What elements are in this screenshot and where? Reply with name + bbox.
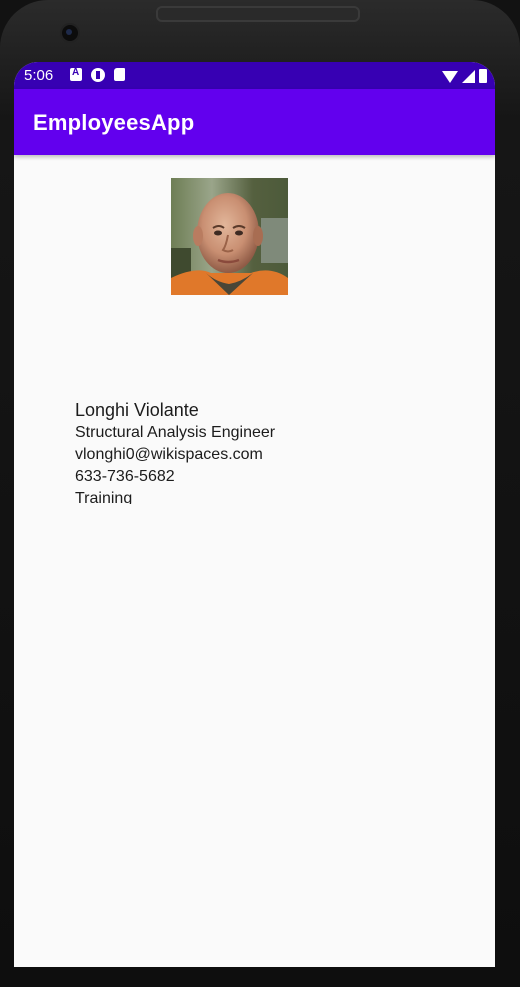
employee-info: Longhi Violante Structural Analysis Engi… — [75, 398, 275, 504]
employee-photo — [171, 178, 288, 295]
status-bar: 5:06 — [14, 62, 495, 89]
notification-icons — [70, 67, 125, 82]
app-bar: EmployeesApp — [14, 89, 495, 155]
screen: 5:06 EmployeesApp — [14, 62, 495, 967]
employee-name: Longhi Violante — [75, 400, 199, 420]
employee-email: vlonghi0@wikispaces.com — [75, 446, 263, 463]
p-app-icon — [91, 68, 105, 82]
system-icons — [442, 69, 487, 83]
employee-job-title: Structural Analysis Engineer — [75, 424, 276, 441]
employee-department: Training — [75, 490, 133, 504]
speaker-grille — [156, 6, 360, 22]
text-a-icon — [70, 67, 82, 81]
bottom-bezel — [0, 967, 520, 987]
signal-icon — [462, 70, 475, 83]
front-camera — [60, 23, 80, 43]
sd-card-icon — [114, 68, 125, 81]
employee-photo-image — [171, 178, 288, 295]
device: 5:06 EmployeesApp — [0, 0, 520, 987]
battery-icon — [479, 69, 487, 83]
app-title: EmployeesApp — [33, 110, 195, 135]
wifi-icon — [442, 71, 458, 83]
employee-detail: Longhi Violante Structural Analysis Engi… — [14, 155, 495, 967]
status-time: 5:06 — [24, 67, 54, 84]
employee-phone: 633-736-5682 — [75, 468, 175, 485]
